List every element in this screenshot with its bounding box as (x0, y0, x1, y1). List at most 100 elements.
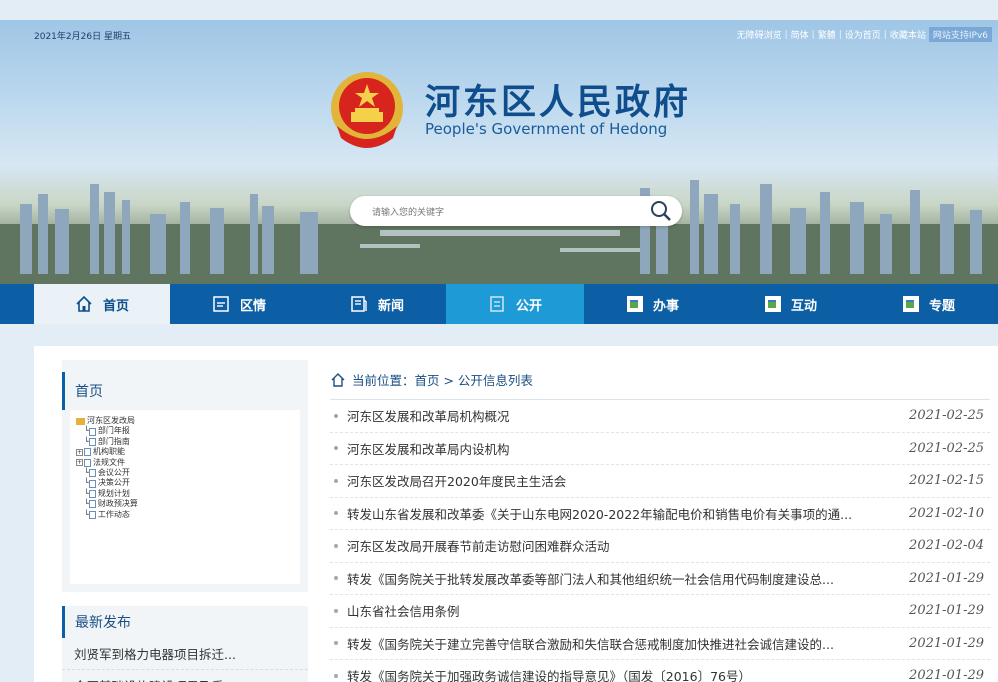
article-title[interactable]: 山东省社会信用条例 (347, 601, 887, 620)
article-title[interactable]: 转发山东省发展和改革委《关于山东电网2020-2022年输配电价和销售电价有关事… (347, 504, 887, 523)
tree-item[interactable]: └ 财政预决算 (76, 499, 294, 509)
table-row[interactable]: 河东区发改局召开2020年度民主生活会 2021-02-15 (330, 465, 990, 498)
table-row[interactable]: 转发《国务院关于批转发展改革委等部门法人和其他组织统一社会信用代码制度建设总..… (330, 563, 990, 595)
bullet-icon (334, 641, 338, 646)
site-subtitle: People's Government of Hedong (425, 120, 668, 138)
ipv6-badge: 网站支持IPv6 (928, 27, 992, 42)
breadcrumb: 当前位置： 首页 > 公开信息列表 (330, 360, 990, 400)
bullet-icon (334, 576, 338, 581)
article-title[interactable]: 河东区发改局召开2020年度民主生活会 (347, 471, 887, 490)
nav-services[interactable]: 办事 (584, 284, 722, 324)
article-date: 2021-01-29 (909, 570, 984, 586)
tree-item[interactable]: └ 部门年报 (76, 426, 294, 436)
document-icon (88, 427, 96, 436)
content-area: 首页 河东区发改局 └ 部门年报 └ 部门指南 + 机构职能 + 法规文件 └ 会议公开 … (34, 346, 998, 682)
search-input[interactable]: 请输入您的关键字 (372, 205, 444, 218)
nav-district[interactable]: 区情 (170, 284, 308, 324)
nav-public[interactable]: 公开 (446, 284, 584, 324)
tree-item[interactable]: └ 会议公开 (76, 468, 294, 478)
home-icon (76, 295, 92, 312)
page: 2021年2月26日 星期五 无障碍浏览 | 简体 | 繁體 | 设为首页 | 收藏本站… (0, 0, 998, 682)
tree-item[interactable]: └ 工作动态 (76, 510, 294, 520)
expand-icon[interactable]: + (76, 459, 83, 467)
expand-icon[interactable]: + (76, 448, 83, 456)
bullet-icon (334, 608, 338, 613)
category-tree: 河东区发改局 └ 部门年报 └ 部门指南 + 机构职能 + 法规文件 └ 会议公开 └ 决策… (70, 410, 300, 584)
nav-home[interactable]: 首页 (34, 284, 170, 324)
article-date: 2021-01-29 (909, 635, 984, 651)
document-icon (88, 490, 96, 499)
document-icon (88, 510, 96, 519)
article-title[interactable]: 河东区发展和改革局内设机构 (347, 439, 887, 458)
bullet-icon (334, 511, 338, 516)
bullet-icon (334, 446, 338, 451)
tree-item[interactable]: + 机构职能 (76, 447, 294, 457)
home-icon (331, 372, 345, 387)
current-date: 2021年2月26日 星期五 (34, 32, 131, 42)
sidebar-heading: 首页 (62, 372, 308, 410)
image-icon (902, 296, 919, 312)
article-date: 2021-01-29 (909, 668, 984, 682)
table-row[interactable]: 山东省社会信用条例 2021-01-29 (330, 595, 990, 628)
tree-item[interactable]: └ 决策公开 (76, 478, 294, 488)
document-icon (88, 469, 96, 478)
article-date: 2021-01-29 (909, 603, 984, 619)
traditional-link[interactable]: 繁體 (818, 28, 836, 41)
search-box[interactable]: 请输入您的关键字 (350, 196, 682, 226)
bullet-icon (334, 478, 338, 483)
nav-interaction[interactable]: 互动 (722, 284, 860, 324)
article-title[interactable]: 转发《国务院关于建立完善守信联合激励和失信联合惩戒制度加快推进社会诚信建设的..… (347, 634, 887, 653)
table-row[interactable]: 河东区发展和改革局内设机构 2021-02-25 (330, 433, 990, 465)
article-title[interactable]: 转发《国务院关于批转发展改革委等部门法人和其他组织统一社会信用代码制度建设总..… (347, 569, 887, 588)
image-icon (626, 296, 643, 312)
table-row[interactable]: 转发《国务院关于加强政务诚信建设的指导意见》（国发〔2016〕76号） 2021-… (330, 660, 990, 682)
article-title[interactable]: 河东区发展和改革局机构概况 (347, 406, 887, 425)
document-icon (84, 458, 91, 467)
bullet-icon (334, 543, 338, 548)
header-banner: 2021年2月26日 星期五 无障碍浏览 | 简体 | 繁體 | 设为首页 | 收藏本站… (0, 20, 998, 284)
folder-icon (76, 417, 85, 425)
document-icon (88, 438, 96, 447)
article-date: 2021-02-25 (909, 440, 984, 456)
document-icon (84, 448, 91, 457)
article-list: 河东区发展和改革局机构概况 2021-02-25 河东区发展和改革局内设机构 2021… (330, 400, 990, 682)
open-icon (490, 296, 504, 312)
main-nav: 首页 区情 新闻 公开 办事 互动 专题 (0, 284, 998, 324)
table-row[interactable]: 转发山东省发展和改革委《关于山东电网2020-2022年输配电价和销售电价有关事… (330, 498, 990, 530)
sidebar-tree-box: 首页 河东区发改局 └ 部门年报 └ 部门指南 + 机构职能 + 法规文件 └ 会议公开 … (62, 360, 308, 592)
latest-item[interactable]: 刘贤军到格力电器项目拆迁... (62, 638, 308, 670)
tree-root[interactable]: 河东区发改局 (76, 416, 294, 426)
bullet-icon (334, 413, 338, 418)
document-icon (213, 296, 229, 312)
latest-box: 最新发布 刘贤军到格力电器项目拆迁... 全区基础设施建设项目及重... (62, 606, 308, 682)
image-icon (764, 296, 781, 312)
article-date: 2021-02-15 (909, 473, 984, 489)
accessibility-link[interactable]: 无障碍浏览 (737, 28, 782, 41)
article-title[interactable]: 河东区发改局开展春节前走访慰问困难群众活动 (347, 536, 887, 555)
article-date: 2021-02-25 (909, 408, 984, 424)
latest-item[interactable]: 全区基础设施建设项目及重... (62, 670, 308, 682)
latest-heading: 最新发布 (62, 606, 308, 638)
table-row[interactable]: 河东区发改局开展春节前走访慰问困难群众活动 2021-02-04 (330, 530, 990, 563)
news-icon (351, 296, 367, 312)
bookmark-link[interactable]: 收藏本站 (890, 28, 926, 41)
article-title[interactable]: 转发《国务院关于加强政务诚信建设的指导意见》（国发〔2016〕76号） (347, 666, 887, 682)
breadcrumb-path[interactable]: 首页 > 公开信息列表 (415, 370, 533, 389)
tree-item[interactable]: └ 部门指南 (76, 437, 294, 447)
article-date: 2021-02-10 (909, 505, 984, 521)
site-title: 河东区人民政府 (425, 82, 692, 123)
article-date: 2021-02-04 (909, 538, 984, 554)
main-list: 当前位置： 首页 > 公开信息列表 河东区发展和改革局机构概况 2021-02-2… (330, 360, 990, 682)
sidebar: 首页 河东区发改局 └ 部门年报 └ 部门指南 + 机构职能 + 法规文件 └ 会议公开 … (62, 360, 308, 682)
table-row[interactable]: 河东区发展和改革局机构概况 2021-02-25 (330, 400, 990, 433)
table-row[interactable]: 转发《国务院关于建立完善守信联合激励和失信联合惩戒制度加快推进社会诚信建设的..… (330, 628, 990, 660)
tree-item[interactable]: + 法规文件 (76, 458, 294, 468)
search-icon[interactable] (650, 200, 672, 222)
simplified-link[interactable]: 简体 (791, 28, 809, 41)
nav-news[interactable]: 新闻 (308, 284, 446, 324)
nav-topics[interactable]: 专题 (860, 284, 998, 324)
tree-item[interactable]: └ 规划计划 (76, 489, 294, 499)
bullet-icon (334, 673, 338, 678)
set-homepage-link[interactable]: 设为首页 (845, 28, 881, 41)
document-icon (88, 500, 96, 509)
